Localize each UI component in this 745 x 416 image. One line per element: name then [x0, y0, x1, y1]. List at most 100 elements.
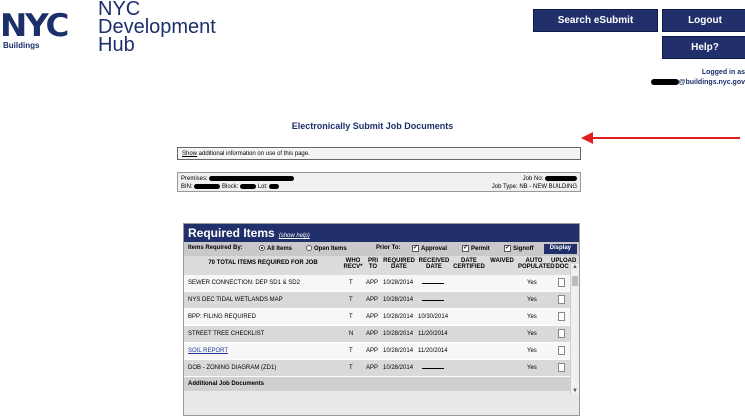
item-name: SEWER CONNECTION: DEP SD1 & SD2	[188, 280, 300, 286]
bin-label: BIN:	[181, 184, 193, 190]
item-name: DOB - ZONING DIAGRAM (ZD1)	[188, 365, 277, 371]
permit-checkbox[interactable]: ✓ Permit	[462, 245, 490, 252]
table-row: SOIL REPORT T APP 10/28/2014 11/20/2014 …	[184, 343, 579, 360]
col-waived: WAIVED	[490, 258, 514, 264]
item-pri: APP	[366, 331, 379, 337]
item-required-date: 10/28/2014	[383, 348, 414, 354]
open-items-radio[interactable]: Open Items	[306, 245, 347, 252]
scroll-thumb[interactable]	[572, 276, 578, 286]
scroll-up-icon[interactable]: ▲	[572, 264, 578, 270]
item-required-date: 10/28/2014	[383, 314, 414, 320]
all-items-radio[interactable]: All Items	[259, 245, 292, 252]
logo-mark-text: NYC	[0, 8, 69, 44]
signoff-checkbox[interactable]: ✓ Signoff	[504, 245, 534, 252]
logout-button[interactable]: Logout	[662, 9, 745, 32]
received-date-blank	[422, 279, 444, 284]
required-items-title: Required Items	[188, 226, 275, 240]
item-received-date: 10/30/2014	[418, 314, 449, 320]
scroll-down-icon[interactable]: ▼	[572, 388, 578, 394]
table-row: BPP: FILING REQUIRED T APP 10/28/2014 10…	[184, 309, 579, 326]
upload-doc-icon[interactable]	[558, 278, 565, 287]
prior-to-label: Prior To:	[376, 245, 401, 251]
redacted-block	[194, 183, 221, 189]
received-date-blank	[422, 296, 444, 301]
upload-doc-icon[interactable]	[558, 346, 565, 355]
logo-subtext: Buildings	[3, 41, 40, 50]
redacted-block	[545, 175, 577, 181]
required-items-header: Required Items (show help)	[184, 224, 579, 242]
redacted-block	[650, 79, 679, 86]
item-auto: Yes	[527, 314, 537, 320]
display-button[interactable]: Display	[543, 244, 577, 254]
approval-label: Approval	[421, 246, 448, 253]
col-who: WHO RECV*	[343, 258, 363, 270]
premises-label: Premises:	[181, 176, 208, 182]
search-esubmit-button[interactable]: Search eSubmit	[533, 9, 658, 32]
annotation-arrow-line	[592, 137, 740, 139]
block-label: Block:	[222, 184, 239, 190]
item-received-date: 11/20/2014	[418, 331, 448, 337]
table-row: DOB - ZONING DIAGRAM (ZD1) T APP 10/28/2…	[184, 360, 579, 377]
table-scrollbar[interactable]: ▲ ▼	[570, 264, 579, 394]
radio-empty-icon	[306, 245, 312, 251]
job-type-line: Job Type: NB - NEW BUILDING	[492, 183, 577, 191]
item-auto: Yes	[527, 297, 537, 303]
items-required-by-label: Items Required By:	[188, 245, 243, 251]
item-auto: Yes	[527, 348, 537, 354]
approval-checkbox[interactable]: ✓ Approval	[412, 245, 447, 252]
item-name: NYS DEC TIDAL WETLANDS MAP	[188, 297, 283, 303]
required-items-panel: Required Items (show help) Items Require…	[183, 223, 580, 416]
item-received-date: 11/20/2014	[418, 348, 448, 354]
item-who: T	[349, 280, 353, 286]
item-required-date: 10/28/2014	[383, 297, 414, 303]
app-title: NYC Development Hub	[98, 0, 216, 56]
radio-selected-icon	[259, 245, 265, 251]
upload-doc-icon[interactable]	[558, 312, 565, 321]
all-items-label: All Items	[267, 245, 293, 252]
item-auto: Yes	[527, 331, 537, 337]
app-title-line: Hub	[98, 34, 135, 56]
col-received-date: RECEIVED DATE	[418, 258, 450, 270]
item-who: T	[349, 297, 353, 303]
item-required-date: 10/28/2014	[383, 280, 414, 286]
logged-in-email: @buildings.nyc.gov	[650, 78, 745, 88]
redacted-block	[269, 183, 280, 189]
show-info-link[interactable]: Show	[182, 151, 197, 157]
additional-job-documents-header: Additional Job Documents	[184, 377, 579, 391]
soil-report-link[interactable]: SOIL REPORT	[188, 348, 228, 354]
table-row: NYS DEC TIDAL WETLANDS MAP T APP 10/28/2…	[184, 292, 579, 309]
item-who: T	[349, 365, 353, 371]
help-button[interactable]: Help?	[662, 36, 745, 59]
job-type-value: NB - NEW BUILDING	[519, 184, 577, 190]
job-no-line: Job No:	[523, 175, 577, 183]
job-no-label: Job No:	[522, 176, 544, 182]
show-help-link[interactable]: (show help)	[279, 233, 310, 239]
redacted-block	[209, 175, 295, 181]
checkbox-checked-icon: ✓	[504, 245, 511, 252]
item-auto: Yes	[527, 280, 537, 286]
table-row: SEWER CONNECTION: DEP SD1 & SD2 T APP 10…	[184, 275, 579, 292]
item-pri: APP	[366, 365, 379, 371]
info-box: Show additional information on use of th…	[177, 147, 581, 160]
item-pri: APP	[366, 297, 379, 303]
col-date-certified: DATE CERTIFIED	[453, 258, 485, 270]
checkbox-checked-icon: ✓	[412, 245, 419, 252]
item-who: T	[349, 348, 353, 354]
job-type-label: Job Type:	[491, 184, 518, 190]
upload-doc-icon[interactable]	[558, 295, 565, 304]
item-required-date: 10/28/2014	[383, 331, 414, 337]
info-text: additional information on use of this pa…	[197, 151, 310, 157]
col-required-date: REQUIRED DATE	[383, 258, 415, 270]
logged-in-label: Logged in as	[701, 69, 745, 76]
premises-panel: Premises: BIN: Block: Lot: Job No: Job T…	[177, 172, 581, 192]
upload-doc-icon[interactable]	[558, 329, 565, 338]
item-who: N	[349, 331, 354, 337]
redacted-block	[240, 183, 257, 189]
premises-line: Premises:	[181, 175, 577, 183]
table-row: STREET TREE CHECKLIST N APP 10/28/2014 1…	[184, 326, 579, 343]
upload-doc-icon[interactable]	[558, 363, 565, 372]
checkbox-checked-icon: ✓	[462, 245, 469, 252]
item-name: STREET TREE CHECKLIST	[188, 331, 265, 337]
page-title: Electronically Submit Job Documents	[291, 121, 454, 131]
col-name: 70 TOTAL ITEMS REQUIRED FOR JOB	[208, 260, 318, 266]
